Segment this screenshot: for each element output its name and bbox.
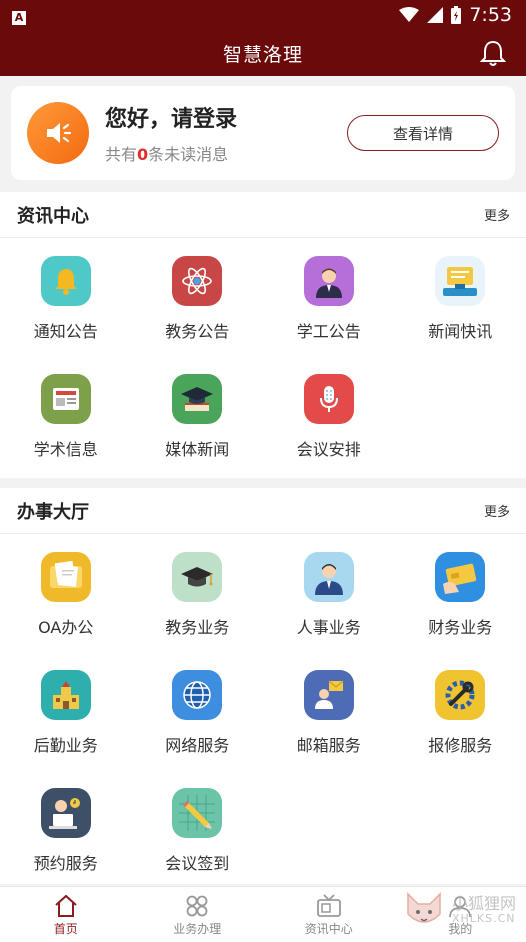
grid-icon (186, 895, 208, 917)
wrench-icon (435, 670, 486, 720)
tab-label: 资讯中心 (304, 922, 353, 936)
menu-item-label: 学术信息 (33, 440, 98, 459)
menu-item-label: 教务公告 (165, 322, 230, 341)
status-indicators: 7:53 (399, 4, 512, 26)
pencil-icon (172, 788, 223, 838)
page-title: 智慧洛理 (222, 43, 303, 66)
mail-user-icon (303, 670, 354, 720)
globe-icon (172, 670, 223, 720)
watermark-text: 小狐狸网 XHLKS.CN (452, 895, 516, 925)
menu-item-label: 后勤业务 (33, 736, 98, 755)
card-icon (435, 552, 486, 602)
battery-icon (451, 6, 462, 24)
menu-item-label: 网络服务 (165, 736, 230, 755)
watermark-line1: 小狐狸网 (451, 894, 516, 914)
site-watermark: 小狐狸网 XHLKS.CN (402, 890, 516, 930)
menu-item-label: 媒体新闻 (165, 440, 230, 459)
app-notification-icon: A (12, 10, 26, 25)
menu-item-media-news[interactable]: 媒体新闻 (132, 356, 264, 474)
bell-icon (40, 256, 91, 306)
menu-item-label: 教务业务 (165, 618, 230, 637)
menu-item-meeting-schedule[interactable]: 会议安排 (263, 356, 395, 474)
menu-item-academic-info[interactable]: 学术信息 (0, 356, 132, 474)
menu-item-finance-affairs[interactable]: 财务业务 (395, 534, 526, 652)
atom-icon (172, 256, 223, 306)
app-header: 智慧洛理 (0, 30, 526, 76)
menu-item-label: 报修服务 (428, 736, 493, 755)
menu-item-oa-office[interactable]: OA办公 (0, 534, 132, 652)
menu-item-repair-service[interactable]: 报修服务 (395, 652, 526, 770)
news-grid: 通知公告 教务公告 学工公告 新闻快讯 学术信息 媒体新闻 会议安排 (0, 238, 526, 474)
notification-area: A (12, 5, 26, 26)
menu-item-label: 新闻快讯 (428, 322, 493, 341)
unread-message-summary: 共有0条未读消息 (105, 141, 347, 165)
tab-home[interactable]: 首页 (0, 887, 132, 942)
service-grid: OA办公 教务业务 人事业务 财务业务 后勤业务 网络服务 邮箱服务 报修服务 … (0, 534, 526, 888)
user-icon (303, 552, 354, 602)
wifi-icon (399, 7, 420, 22)
menu-item-student-affairs-notices[interactable]: 学工公告 (263, 238, 395, 356)
section-title: 办事大厅 (17, 501, 89, 523)
tab-news-center[interactable]: 资讯中心 (263, 887, 395, 942)
menu-item-news-flash[interactable]: 新闻快讯 (395, 238, 526, 356)
menu-item-mail-service[interactable]: 邮箱服务 (263, 652, 395, 770)
menu-item-label: 通知公告 (33, 322, 98, 341)
watermark-line2: XHLKS.CN (451, 911, 516, 925)
service-hall-section: 办事大厅 更多 OA办公 教务业务 人事业务 财务业务 后勤业务 网络服务 邮箱… (0, 488, 526, 884)
mortarboard-icon (172, 552, 223, 602)
status-bar: A 7:53 (0, 0, 526, 30)
section-header: 办事大厅 更多 (0, 488, 526, 534)
person-icon (303, 256, 354, 306)
menu-item-reservation-service[interactable]: 预约服务 (0, 770, 132, 888)
menu-item-academic-affairs[interactable]: 教务业务 (132, 534, 264, 652)
menu-item-meeting-check-in[interactable]: 会议签到 (132, 770, 264, 888)
graduation-cap-icon (172, 374, 223, 424)
menu-item-label: 人事业务 (296, 618, 361, 637)
documents-icon (40, 552, 91, 602)
menu-item-notices[interactable]: 通知公告 (0, 238, 132, 356)
news-desk-icon (435, 256, 486, 306)
view-details-button[interactable]: 查看详情 (347, 115, 499, 151)
laptop-user-icon (40, 788, 91, 838)
clock: 7:53 (469, 4, 512, 26)
section-title: 资讯中心 (17, 205, 89, 227)
signal-icon (427, 7, 444, 23)
menu-item-label: 预约服务 (33, 854, 98, 873)
login-card[interactable]: 您好，请登录 共有0条未读消息 查看详情 (11, 86, 515, 180)
microphone-icon (303, 374, 354, 424)
unread-count: 0 (137, 145, 149, 164)
tab-label: 首页 (53, 922, 78, 936)
menu-item-label: 财务业务 (428, 618, 493, 637)
more-link[interactable]: 更多 (484, 501, 510, 520)
menu-item-label: 学工公告 (296, 322, 361, 341)
unread-suffix: 条未读消息 (148, 145, 229, 164)
speaker-icon (27, 102, 89, 164)
menu-item-label: OA办公 (38, 618, 94, 637)
menu-item-logistics[interactable]: 后勤业务 (0, 652, 132, 770)
tab-business[interactable]: 业务办理 (132, 887, 264, 942)
news-center-section: 资讯中心 更多 通知公告 教务公告 学工公告 新闻快讯 学术信息 媒体新闻 会议… (0, 192, 526, 478)
menu-item-label: 会议安排 (296, 440, 361, 459)
menu-item-label: 会议签到 (165, 854, 230, 873)
menu-item-label: 邮箱服务 (296, 736, 361, 755)
tv-icon (316, 894, 341, 917)
menu-item-personnel-affairs[interactable]: 人事业务 (263, 534, 395, 652)
notification-bell-icon[interactable] (480, 39, 506, 67)
menu-item-network-service[interactable]: 网络服务 (132, 652, 264, 770)
login-prompt[interactable]: 您好，请登录 (105, 101, 347, 133)
unread-prefix: 共有 (105, 145, 138, 164)
newspaper-icon (40, 374, 91, 424)
login-text: 您好，请登录 共有0条未读消息 (105, 101, 347, 165)
building-icon (40, 670, 91, 720)
home-icon (55, 894, 77, 917)
menu-item-academic-notices[interactable]: 教务公告 (132, 238, 264, 356)
tab-label: 业务办理 (173, 922, 222, 936)
fox-logo-icon (407, 892, 441, 923)
more-link[interactable]: 更多 (484, 205, 510, 224)
section-header: 资讯中心 更多 (0, 192, 526, 238)
